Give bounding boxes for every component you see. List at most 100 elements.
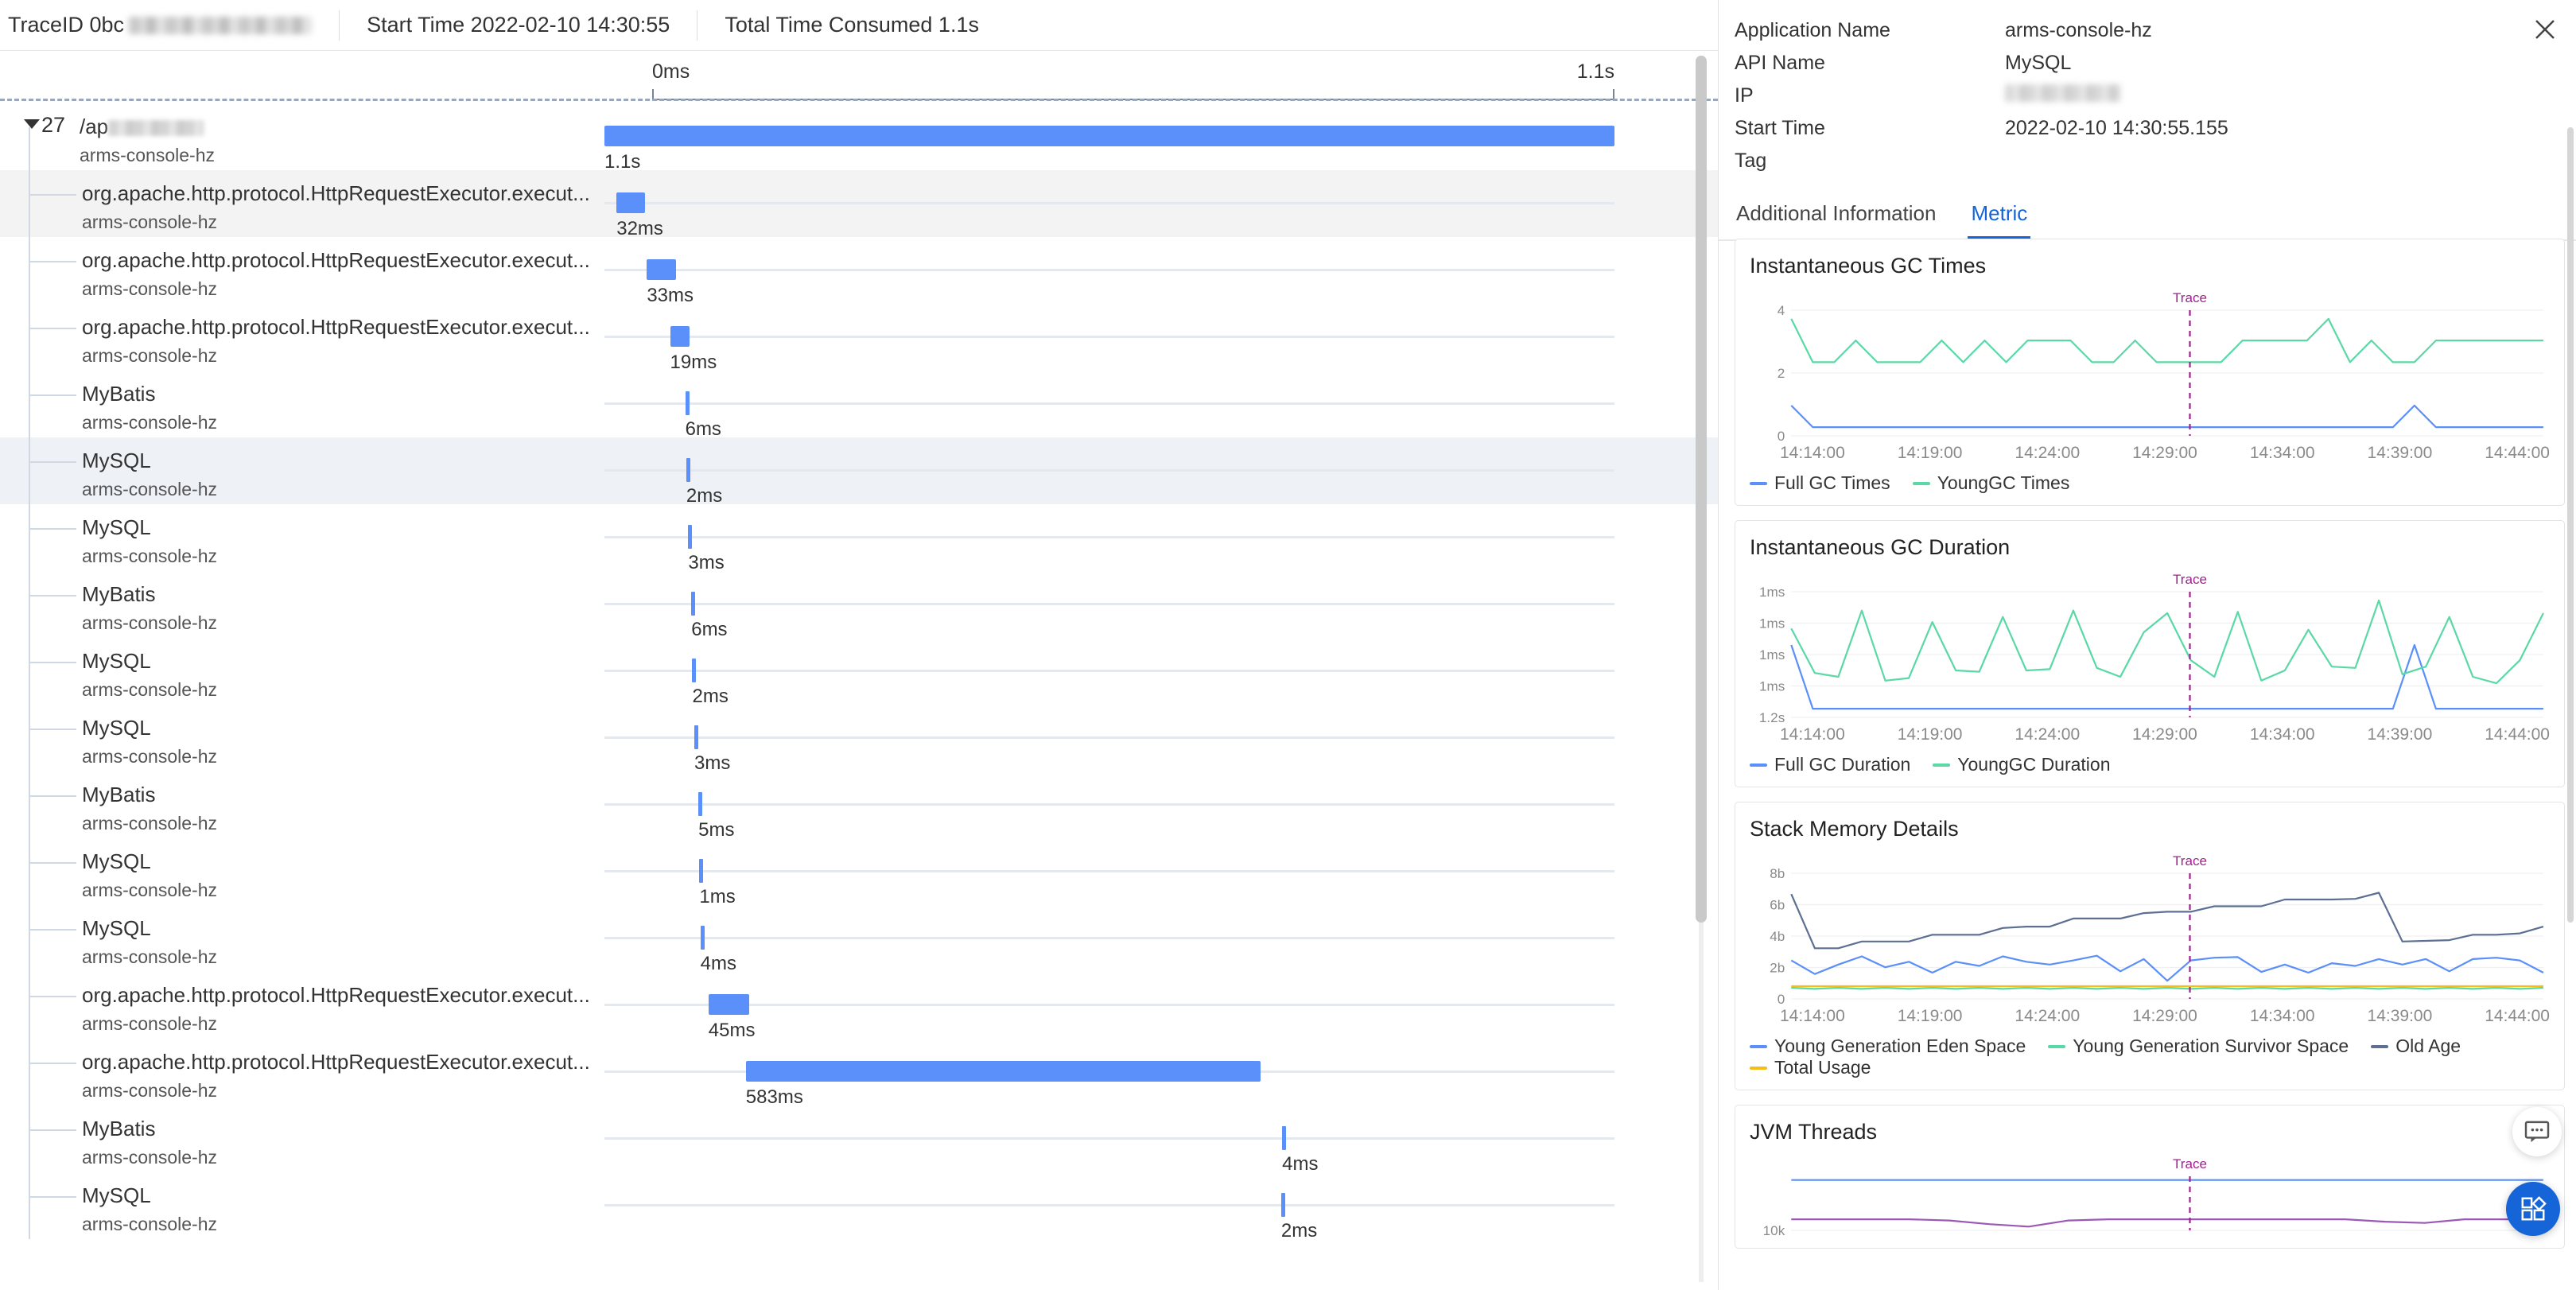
table-row[interactable]: org.apache.http.protocol.HttpRequestExec…	[0, 304, 1718, 371]
table-row[interactable]: MySQLarms-console-hz4ms	[0, 905, 1718, 972]
tree-stem	[29, 1105, 30, 1172]
tree-stem	[29, 504, 30, 571]
legend-item[interactable]: Old Age	[2371, 1035, 2461, 1057]
span-application: arms-console-hz	[82, 946, 217, 968]
chart-title: Stack Memory Details	[1750, 817, 2550, 841]
legend-swatch	[1750, 482, 1767, 485]
chart-title: Instantaneous GC Times	[1750, 254, 2550, 278]
svg-text:0: 0	[1778, 429, 1785, 442]
table-row[interactable]: org.apache.http.protocol.HttpRequestExec…	[0, 237, 1718, 304]
tree-stem	[29, 170, 30, 237]
table-row[interactable]: MySQLarms-console-hz1ms	[0, 838, 1718, 905]
table-row[interactable]: MySQLarms-console-hz2ms	[0, 638, 1718, 705]
detail-scrollbar-thumb[interactable]	[2567, 127, 2574, 923]
span-bar[interactable]	[746, 1061, 1261, 1082]
span-application: arms-console-hz	[82, 1080, 217, 1102]
tree-branch	[29, 394, 76, 396]
header-divider-1	[339, 10, 340, 41]
tree-branch	[29, 1196, 76, 1198]
tree-branch	[29, 795, 76, 797]
legend-item[interactable]: Full GC Times	[1750, 472, 1890, 494]
metadata-key: IP	[1735, 84, 2005, 107]
tab-metric[interactable]: Metric	[1971, 195, 2027, 239]
tree-stem	[29, 237, 30, 304]
legend-swatch	[2371, 1045, 2388, 1048]
start-time-block: Start Time 2022-02-10 14:30:55	[367, 13, 670, 37]
table-row[interactable]: org.apache.http.protocol.HttpRequestExec…	[0, 972, 1718, 1039]
tree-stem	[29, 705, 30, 771]
legend-item[interactable]: Full GC Duration	[1750, 754, 1910, 775]
span-bar[interactable]	[1282, 1126, 1286, 1150]
chart-card: Instantaneous GC Duration1.2s1ms1ms1ms1m…	[1735, 520, 2565, 787]
span-bar[interactable]	[694, 725, 698, 749]
total-time-block: Total Time Consumed 1.1s	[725, 13, 979, 37]
lane-guide	[604, 870, 1614, 872]
legend-item[interactable]: Young Generation Eden Space	[1750, 1035, 2026, 1057]
svg-text:1ms: 1ms	[1759, 616, 1785, 631]
span-bar[interactable]	[698, 792, 702, 816]
ruler-end-label: 1.1s	[1577, 60, 1614, 84]
span-bar[interactable]	[701, 926, 705, 950]
span-name: MySQL	[82, 849, 151, 874]
span-bar[interactable]	[691, 592, 695, 616]
span-bar[interactable]	[616, 192, 645, 213]
timeline-ruler: 0ms 1.1s	[652, 51, 1614, 89]
legend-item[interactable]: Total Usage	[1750, 1057, 1871, 1078]
span-bar[interactable]	[688, 525, 692, 549]
legend-swatch	[1750, 1067, 1767, 1070]
table-row[interactable]: org.apache.http.protocol.HttpRequestExec…	[0, 170, 1718, 237]
span-lane	[604, 792, 1614, 816]
span-bar[interactable]	[647, 259, 676, 280]
table-row[interactable]: 27/aparms-console-hz1.1s	[0, 103, 1718, 170]
span-application: arms-console-hz	[82, 1013, 217, 1035]
total-time-label: Total Time Consumed 1.1s	[725, 13, 979, 37]
x-tick-label: 14:14:00	[1780, 444, 1845, 463]
trace-scrollbar-thumb[interactable]	[1696, 56, 1707, 923]
metadata-row: IP	[1735, 80, 2576, 112]
span-bar[interactable]	[670, 326, 690, 347]
span-lane	[604, 993, 1614, 1016]
legend-swatch	[2048, 1045, 2065, 1048]
table-row[interactable]: MySQLarms-console-hz3ms	[0, 705, 1718, 771]
span-name: MySQL	[82, 515, 151, 540]
span-application: arms-console-hz	[82, 412, 217, 433]
legend-item[interactable]: Young Generation Survivor Space	[2048, 1035, 2349, 1057]
span-name: MySQL	[82, 716, 151, 740]
span-bar[interactable]	[692, 659, 696, 682]
span-bar[interactable]	[604, 126, 1614, 146]
chat-bubble-icon[interactable]	[2512, 1107, 2562, 1156]
span-bar[interactable]	[686, 391, 690, 415]
table-row[interactable]: MyBatisarms-console-hz6ms	[0, 371, 1718, 437]
table-row[interactable]: MySQLarms-console-hz3ms	[0, 504, 1718, 571]
legend-item[interactable]: YoungGC Times	[1913, 472, 2070, 494]
table-row[interactable]: MyBatisarms-console-hz5ms	[0, 771, 1718, 838]
legend-item[interactable]: YoungGC Duration	[1933, 754, 2110, 775]
tab-additional-information[interactable]: Additional Information	[1736, 195, 1936, 239]
tree-branch	[29, 1129, 76, 1131]
span-lane	[604, 458, 1614, 482]
span-application: arms-console-hz	[82, 278, 217, 300]
lane-guide	[604, 803, 1614, 806]
table-row[interactable]: MySQLarms-console-hz2ms	[0, 1172, 1718, 1239]
chevron-down-icon[interactable]	[24, 119, 40, 129]
span-application: arms-console-hz	[82, 479, 217, 500]
span-bar[interactable]	[1281, 1193, 1285, 1217]
span-bar[interactable]	[709, 994, 749, 1015]
svg-text:Trace: Trace	[2173, 1156, 2207, 1171]
x-tick-label: 14:39:00	[2368, 444, 2433, 463]
trace-summary-header: TraceID 0bc Start Time 2022-02-10 14:30:…	[0, 0, 1718, 51]
close-icon[interactable]	[2531, 16, 2559, 43]
chart-legend: Full GC Times YoungGC Times	[1750, 472, 2550, 494]
span-bar[interactable]	[699, 859, 703, 883]
table-row[interactable]: MyBatisarms-console-hz4ms	[0, 1105, 1718, 1172]
metadata-row: Start Time2022-02-10 14:30:55.155	[1735, 112, 2576, 145]
table-row[interactable]: MyBatisarms-console-hz6ms	[0, 571, 1718, 638]
table-row[interactable]: org.apache.http.protocol.HttpRequestExec…	[0, 1039, 1718, 1105]
span-name: org.apache.http.protocol.HttpRequestExec…	[82, 1050, 590, 1074]
span-bar[interactable]	[686, 458, 690, 482]
x-tick-label: 14:44:00	[2485, 725, 2550, 744]
app-grid-icon[interactable]	[2506, 1182, 2560, 1236]
table-row[interactable]: MySQLarms-console-hz2ms	[0, 437, 1718, 504]
span-application: arms-console-hz	[82, 746, 217, 767]
span-lane	[604, 725, 1614, 749]
